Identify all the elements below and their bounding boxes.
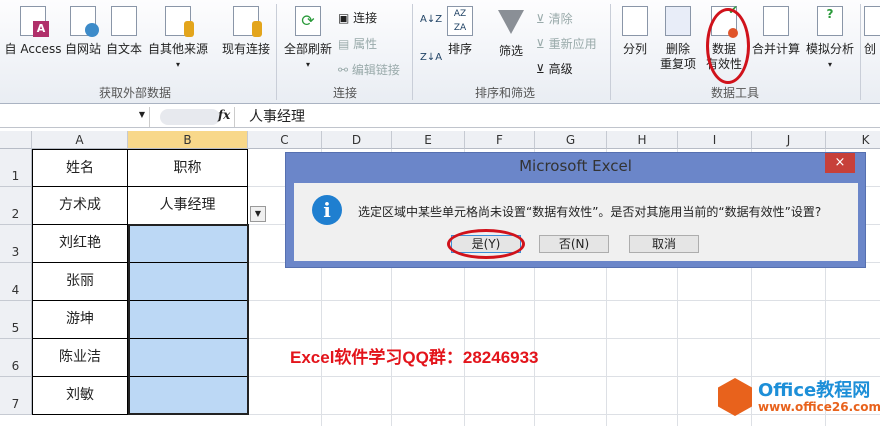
column-header-G[interactable]: G: [535, 131, 607, 149]
sort-za-button[interactable]: Z↓A: [420, 52, 442, 63]
name-box[interactable]: ▼: [0, 107, 150, 127]
info-icon: i: [312, 195, 342, 225]
annotation-text: Excel软件学习QQ群：28246933: [290, 348, 539, 367]
funnel-icon: [498, 10, 524, 34]
column-header-E[interactable]: E: [392, 131, 465, 149]
existing-connections-button[interactable]: 现有连接: [220, 6, 272, 57]
column-header-D[interactable]: D: [322, 131, 392, 149]
column-header-B[interactable]: B: [128, 131, 248, 149]
cell-A4[interactable]: 张丽: [32, 263, 128, 301]
consolidate-button[interactable]: 合并计算: [750, 6, 802, 57]
refresh-all-button[interactable]: ⟳ 全部刷新 ▾: [282, 6, 334, 72]
sort-az-button[interactable]: A↓Z: [420, 14, 442, 25]
consolidate-icon: [763, 6, 789, 36]
row-header-2[interactable]: 2: [0, 187, 32, 225]
from-web-button[interactable]: 自网站: [64, 6, 102, 57]
dialog-message: 选定区域中某些单元格尚未设置“数据有效性”。是否对其施用当前的“数据有效性”设置…: [358, 205, 822, 219]
insert-function-button[interactable]: fx: [218, 108, 230, 122]
cell-B2[interactable]: 人事经理: [128, 187, 248, 225]
dropdown-arrow-icon[interactable]: ▼: [250, 206, 266, 222]
gridline: [248, 338, 880, 339]
sort-icon: AZ ZA: [447, 6, 473, 36]
cell-B1[interactable]: 职称: [128, 149, 248, 187]
office-logo-icon: [718, 378, 752, 416]
reapply-button[interactable]: ⊻ 重新应用: [536, 35, 597, 52]
database-icon: [233, 6, 262, 37]
from-access-button[interactable]: A自 Access: [4, 6, 62, 57]
refresh-icon: ⟳: [295, 6, 321, 36]
row-header-3[interactable]: 3: [0, 225, 32, 263]
database-icon: [165, 6, 194, 37]
column-header-F[interactable]: F: [465, 131, 535, 149]
close-button[interactable]: ×: [825, 153, 855, 173]
edit-links-button[interactable]: ⚯ 编辑链接: [338, 61, 400, 78]
text-file-icon: [111, 6, 137, 36]
row-header-5[interactable]: 5: [0, 301, 32, 339]
column-header-K[interactable]: K: [826, 131, 880, 149]
filter-button[interactable]: 筛选: [494, 6, 528, 59]
dialog-body: i 选定区域中某些单元格尚未设置“数据有效性”。是否对其施用当前的“数据有效性”…: [294, 183, 858, 261]
column-header-J[interactable]: J: [752, 131, 826, 149]
from-other-sources-button[interactable]: 自其他来源 ▾: [147, 6, 209, 72]
formula-bar: ▼ fx 人事经理: [0, 107, 880, 128]
sort-button[interactable]: AZ ZA 排序: [444, 6, 476, 57]
create-group-button[interactable]: 创: [864, 6, 880, 57]
no-button[interactable]: 否(N): [539, 235, 609, 253]
formula-input[interactable]: 人事经理: [234, 107, 305, 127]
cancel-button[interactable]: 取消: [629, 235, 699, 253]
cell-A1[interactable]: 姓名: [32, 149, 128, 187]
row-header-7[interactable]: 7: [0, 377, 32, 415]
group-label: 数据工具: [710, 86, 759, 100]
dialog: Microsoft Excel × i 选定区域中某些单元格尚未设置“数据有效性…: [285, 152, 866, 268]
globe-icon: [70, 6, 99, 37]
connections-button[interactable]: ▣ 连接: [338, 9, 377, 26]
column-header-A[interactable]: A: [32, 131, 128, 149]
properties-button[interactable]: ▤ 属性: [338, 35, 377, 52]
what-if-icon: ?: [817, 6, 843, 36]
advanced-button[interactable]: ⊻ 高级: [536, 60, 573, 77]
cell-A6[interactable]: 陈业洁: [32, 339, 128, 377]
group-label: 排序和筛选: [474, 86, 535, 100]
cell-A7[interactable]: 刘敏: [32, 377, 128, 415]
from-text-button[interactable]: 自文本: [104, 6, 144, 57]
watermark-url: www.office26.com: [758, 400, 880, 414]
group-label: 获取外部数据: [98, 86, 171, 100]
cell-A2[interactable]: 方术成: [32, 187, 128, 225]
ribbon: A自 Access 自网站 自文本 自其他来源 ▾ 现有连接 获取外部数据 ⟳ 全部…: [0, 0, 880, 104]
formula-bar-splitter[interactable]: [160, 109, 220, 125]
select-all-corner[interactable]: [0, 131, 32, 149]
cell-A5[interactable]: 游坤: [32, 301, 128, 339]
watermark-brand: Office教程网: [758, 380, 871, 401]
group-icon: [864, 6, 880, 36]
access-icon: A: [20, 6, 49, 37]
group-label: 连接: [332, 86, 357, 100]
cell-A3[interactable]: 刘红艳: [32, 225, 128, 263]
row-header-6[interactable]: 6: [0, 339, 32, 377]
highlight-ellipse: [447, 229, 525, 259]
column-header-H[interactable]: H: [607, 131, 678, 149]
row-header-1[interactable]: 1: [0, 149, 32, 187]
column-header-I[interactable]: I: [678, 131, 752, 149]
highlight-ellipse: [706, 8, 750, 84]
selection-border: [128, 224, 249, 415]
columns-icon: [622, 6, 648, 36]
what-if-analysis-button[interactable]: ? 模拟分析 ▾: [804, 6, 856, 72]
dialog-title: Microsoft Excel: [519, 157, 632, 175]
text-to-columns-button[interactable]: 分列: [618, 6, 652, 57]
column-header-C[interactable]: C: [248, 131, 322, 149]
gridline: [248, 414, 880, 415]
gridline: [248, 300, 880, 301]
clear-button[interactable]: ⊻ 清除: [536, 10, 573, 27]
row-header-4[interactable]: 4: [0, 263, 32, 301]
remove-duplicates-button[interactable]: 删除 重复项: [656, 6, 700, 72]
remove-duplicates-icon: [665, 6, 691, 36]
